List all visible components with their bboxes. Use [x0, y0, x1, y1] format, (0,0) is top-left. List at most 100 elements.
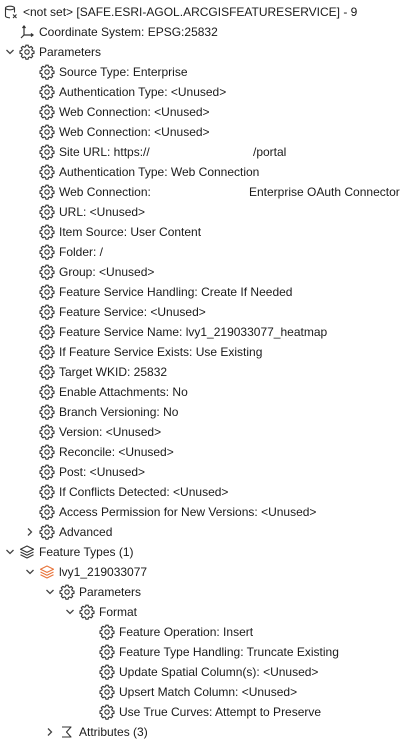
tree-item-label: Upsert Match Column: <Unused> — [119, 685, 298, 699]
gear-icon — [99, 684, 115, 700]
gear-icon — [39, 244, 55, 260]
gear-icon — [39, 104, 55, 120]
tree-root-writer[interactable]: <not set> [SAFE.ESRI-AGOL.ARCGISFEATURES… — [0, 2, 402, 22]
tree-item-label: Access Permission for New Versions: <Unu… — [59, 505, 317, 519]
parameter-item[interactable]: Post: <Unused> — [0, 462, 402, 482]
gear-icon — [39, 324, 55, 340]
parameter-item[interactable]: Authentication Type: <Unused> — [0, 82, 402, 102]
chevron-down-icon[interactable] — [3, 42, 17, 62]
tree-group-feature-types[interactable]: Feature Types (1) — [0, 542, 402, 562]
gear-icon — [99, 624, 115, 640]
parameter-item[interactable]: Enable Attachments: No — [0, 382, 402, 402]
gear-icon — [39, 164, 55, 180]
parameter-item[interactable]: Folder: / — [0, 242, 402, 262]
tree-item-label: If Conflicts Detected: <Unused> — [59, 485, 229, 499]
format-parameter-item[interactable]: Feature Operation: Insert — [0, 622, 402, 642]
tree-item-label: Feature Operation: Insert — [119, 625, 254, 639]
parameter-item[interactable]: Feature Service Name: lvy1_219033077_hea… — [0, 322, 402, 342]
tree-item-label: Feature Service: <Unused> — [59, 305, 206, 319]
tree-item-label: Authentication Type: Web Connection — [59, 165, 260, 179]
parameter-item[interactable]: Version: <Unused> — [0, 422, 402, 442]
layers-icon — [19, 544, 35, 560]
chevron-right-icon[interactable] — [43, 722, 57, 742]
parameter-item[interactable]: Site URL: https:// /portal — [0, 142, 402, 162]
parameter-item[interactable]: If Conflicts Detected: <Unused> — [0, 482, 402, 502]
format-parameter-item[interactable]: Use True Curves: Attempt to Preserve — [0, 702, 402, 722]
parameter-item[interactable]: Access Permission for New Versions: <Unu… — [0, 502, 402, 522]
gear-icon — [39, 304, 55, 320]
tree-item-label: Enable Attachments: No — [59, 385, 188, 399]
gear-icon — [39, 84, 55, 100]
chevron-down-icon[interactable] — [63, 602, 77, 622]
parameter-item[interactable]: If Feature Service Exists: Use Existing — [0, 342, 402, 362]
tree-item-label: Target WKID: 25832 — [59, 365, 168, 379]
tree-group-advanced[interactable]: Advanced — [0, 522, 402, 542]
gear-icon — [59, 584, 75, 600]
tree-item-label: Feature Types (1) — [39, 545, 134, 559]
tree-group-parameters[interactable]: Parameters — [0, 42, 402, 62]
tree-item-value: /portal — [253, 145, 287, 159]
tree-item-label: Use True Curves: Attempt to Preserve — [119, 705, 322, 719]
format-parameter-item[interactable]: Feature Type Handling: Truncate Existing — [0, 642, 402, 662]
parameter-item[interactable]: Source Type: Enterprise — [0, 62, 402, 82]
gear-icon — [39, 484, 55, 500]
tree-group-format[interactable]: Format — [0, 602, 402, 622]
tree-item-label: If Feature Service Exists: Use Existing — [59, 345, 263, 359]
chevron-down-icon[interactable] — [3, 542, 17, 562]
tree-item-label: Feature Service Handling: Create If Need… — [59, 285, 293, 299]
gear-icon — [99, 664, 115, 680]
parameter-item[interactable]: Feature Service Handling: Create If Need… — [0, 282, 402, 302]
tree-item-coordinate-system[interactable]: Coordinate System: EPSG:25832 — [0, 22, 402, 42]
parameter-item[interactable]: Authentication Type: Web Connection — [0, 162, 402, 182]
sum-icon — [59, 724, 75, 740]
parameter-item[interactable]: URL: <Unused> — [0, 202, 402, 222]
parameter-item[interactable]: Item Source: User Content — [0, 222, 402, 242]
tree-item-label: Parameters — [79, 585, 142, 599]
chevron-down-icon[interactable] — [43, 582, 57, 602]
tree-item-label: Group: <Unused> — [59, 265, 155, 279]
chevron-right-icon[interactable] — [23, 522, 37, 542]
tree-group-feature-type-parameters[interactable]: Parameters — [0, 582, 402, 602]
gear-icon — [39, 144, 55, 160]
tree-item-label: Post: <Unused> — [59, 465, 146, 479]
gear-icon — [39, 64, 55, 80]
parameter-item[interactable]: Reconcile: <Unused> — [0, 442, 402, 462]
gear-icon — [39, 384, 55, 400]
orange-layers-icon — [39, 564, 55, 580]
tree-item-feature-type[interactable]: lvy1_219033077 — [0, 562, 402, 582]
parameter-item[interactable]: Branch Versioning: No — [0, 402, 402, 422]
tree-item-label: Folder: / — [59, 245, 104, 259]
parameter-item[interactable]: Web Connection: Enterprise OAuth Connecto… — [0, 182, 402, 202]
gear-icon — [39, 264, 55, 280]
parameter-item[interactable]: Web Connection: <Unused> — [0, 122, 402, 142]
gear-icon — [39, 464, 55, 480]
format-parameter-item[interactable]: Upsert Match Column: <Unused> — [0, 682, 402, 702]
parameter-item[interactable]: Web Connection: <Unused> — [0, 102, 402, 122]
gear-icon — [39, 184, 55, 200]
gear-icon — [79, 604, 95, 620]
parameter-item[interactable]: Group: <Unused> — [0, 262, 402, 282]
tree-item-label: <not set> [SAFE.ESRI-AGOL.ARCGISFEATURES… — [23, 5, 358, 19]
chevron-down-icon[interactable] — [23, 562, 37, 582]
parameter-item[interactable]: Feature Service: <Unused> — [0, 302, 402, 322]
gear-icon — [99, 704, 115, 720]
tree-item-label: Site URL: https:// — [59, 145, 150, 159]
tree-item-label: Format — [99, 605, 138, 619]
tree-item-label: Web Connection: — [59, 185, 151, 199]
tree-item-label: Feature Service Name: lvy1_219033077_hea… — [59, 325, 328, 339]
gear-icon — [99, 644, 115, 660]
gear-icon — [39, 364, 55, 380]
format-parameter-item[interactable]: Update Spatial Column(s): <Unused> — [0, 662, 402, 682]
tree-item-label: Authentication Type: <Unused> — [59, 85, 227, 99]
tree-item-label: Feature Type Handling: Truncate Existing — [119, 645, 339, 659]
tree-group-attributes[interactable]: Attributes (3) — [0, 722, 402, 742]
tree-item-label: lvy1_219033077 — [59, 565, 148, 579]
parameter-item[interactable]: Target WKID: 25832 — [0, 362, 402, 382]
workspace-tree: <not set> [SAFE.ESRI-AGOL.ARCGISFEATURES… — [0, 2, 402, 742]
tree-item-label: Source Type: Enterprise — [59, 65, 188, 79]
gear-icon — [39, 424, 55, 440]
tree-item-label: Branch Versioning: No — [59, 405, 179, 419]
tree-item-label: Attributes (3) — [79, 725, 148, 739]
gear-icon — [39, 524, 55, 540]
tree-item-label: Web Connection: <Unused> — [59, 125, 210, 139]
